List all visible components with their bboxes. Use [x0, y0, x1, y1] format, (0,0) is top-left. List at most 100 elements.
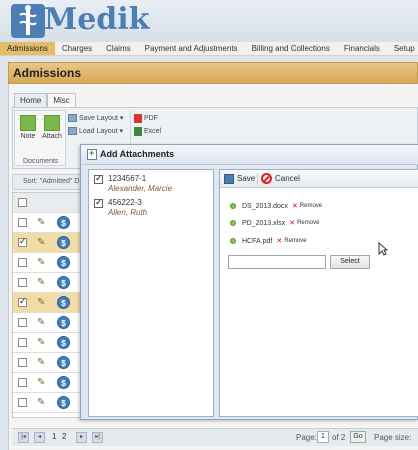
file-name: HCFA.pdf — [242, 237, 273, 245]
grid-header-row — [13, 193, 83, 213]
save-layout-button[interactable]: Save Layout ▾ — [68, 114, 123, 122]
remove-icon[interactable]: ✕ — [276, 237, 282, 245]
mouse-pointer-icon — [378, 242, 388, 256]
edit-pencil-icon[interactable]: ✎ — [37, 357, 45, 368]
documents-group: Note Attach Documents — [14, 110, 66, 166]
billing-dollar-icon[interactable]: $ — [57, 256, 70, 269]
pdf-button[interactable]: PDF — [134, 114, 158, 123]
table-row[interactable]: ✎$ — [13, 293, 83, 313]
table-row[interactable]: ✎$ — [13, 333, 83, 353]
billing-dollar-icon[interactable]: $ — [57, 336, 70, 349]
attach-label: Attach — [42, 133, 62, 140]
excel-label: Excel — [144, 128, 162, 135]
load-layout-label: Load Layout — [79, 127, 118, 135]
page-link-1[interactable]: 1 — [52, 432, 56, 441]
documents-group-label: Documents — [23, 158, 59, 165]
row-checkbox[interactable] — [18, 358, 27, 367]
row-checkbox[interactable] — [18, 338, 27, 347]
note-button[interactable]: Note — [17, 115, 39, 140]
cancel-icon[interactable] — [261, 173, 272, 184]
load-layout-icon — [68, 127, 77, 135]
table-row[interactable]: ✎$ — [13, 273, 83, 293]
excel-button[interactable]: Excel — [134, 127, 161, 136]
billing-dollar-icon[interactable]: $ — [57, 236, 70, 249]
nav-setup[interactable]: Setup — [387, 42, 418, 55]
prev-page-icon[interactable]: ◂ — [34, 432, 45, 443]
edit-pencil-icon[interactable]: ✎ — [37, 297, 45, 308]
nav-billing-and-collections[interactable]: Billing and Collections — [245, 42, 337, 55]
row-checkbox[interactable] — [18, 398, 27, 407]
row-checkbox[interactable] — [18, 378, 27, 387]
remove-link[interactable]: Remove — [300, 203, 322, 209]
billing-dollar-icon[interactable]: $ — [57, 356, 70, 369]
pager: |◂ ◂ 1 2 ▸ ▸| Page: 1 of 2 Go Page size: — [12, 428, 418, 446]
table-row[interactable]: ✎$ — [13, 233, 83, 253]
row-checkbox[interactable] — [18, 218, 27, 227]
billing-dollar-icon[interactable]: $ — [57, 376, 70, 389]
select-file-button[interactable]: Select — [330, 255, 370, 269]
remove-icon[interactable]: ✕ — [292, 202, 298, 210]
main-nav: Admissions Charges Claims Payment and Ad… — [0, 42, 418, 56]
table-row[interactable]: ✎$ — [13, 353, 83, 373]
page-link-2[interactable]: 2 — [62, 432, 66, 441]
nav-claims[interactable]: Claims — [99, 42, 137, 55]
edit-pencil-icon[interactable]: ✎ — [37, 317, 45, 328]
edit-pencil-icon[interactable]: ✎ — [37, 337, 45, 348]
toolbar-divider — [257, 173, 258, 185]
tab-misc[interactable]: Misc — [47, 93, 76, 107]
patient-checkbox[interactable] — [94, 197, 103, 208]
row-checkbox[interactable] — [18, 318, 27, 327]
patient-id: 1234567-1 — [108, 174, 147, 183]
last-page-icon[interactable]: ▸| — [92, 432, 103, 443]
row-checkbox[interactable] — [18, 236, 27, 247]
billing-dollar-icon[interactable]: $ — [57, 216, 70, 229]
go-button[interactable]: Go — [350, 431, 366, 443]
remove-link[interactable]: Remove — [284, 238, 306, 244]
save-button[interactable]: Save — [237, 174, 255, 183]
admissions-grid: ✎$✎$✎$✎$✎$✎$✎$✎$✎$✎$ — [12, 192, 83, 418]
billing-dollar-icon[interactable]: $ — [57, 396, 70, 409]
nav-payment-and-adjustments[interactable]: Payment and Adjustments — [138, 42, 245, 55]
load-layout-button[interactable]: Load Layout ▾ — [68, 127, 123, 135]
nav-charges[interactable]: Charges — [55, 42, 99, 55]
table-row[interactable]: ✎$ — [13, 393, 83, 413]
remove-link[interactable]: Remove — [297, 220, 319, 226]
patient-checkbox[interactable] — [94, 173, 103, 184]
row-checkbox[interactable] — [18, 278, 27, 287]
page-number-input[interactable]: 1 — [317, 431, 329, 443]
table-row[interactable]: ✎$ — [13, 253, 83, 273]
page-title-bar: Admissions — [8, 62, 418, 84]
app-logo-text: Medik — [44, 2, 150, 37]
attach-button[interactable]: Attach — [41, 115, 63, 140]
patient-name: Alexander, Marcie — [108, 184, 173, 193]
edit-pencil-icon[interactable]: ✎ — [37, 377, 45, 388]
table-row[interactable]: ✎$ — [13, 313, 83, 333]
table-row[interactable]: ✎$ — [13, 373, 83, 393]
patient-name: Allen, Ruth — [108, 208, 148, 217]
billing-dollar-icon[interactable]: $ — [57, 276, 70, 289]
edit-pencil-icon[interactable]: ✎ — [37, 277, 45, 288]
edit-pencil-icon[interactable]: ✎ — [37, 397, 45, 408]
table-row[interactable]: ✎$ — [13, 213, 83, 233]
row-checkbox[interactable] — [18, 258, 27, 267]
chevron-down-icon: ▾ — [119, 115, 124, 122]
row-checkbox[interactable] — [18, 296, 27, 307]
cancel-button[interactable]: Cancel — [275, 174, 300, 183]
app-header: Medik — [0, 0, 418, 42]
billing-dollar-icon[interactable]: $ — [57, 296, 70, 309]
select-all-checkbox[interactable] — [18, 198, 27, 207]
save-icon[interactable] — [224, 174, 234, 184]
first-page-icon[interactable]: |◂ — [18, 432, 29, 443]
nav-financials[interactable]: Financials — [337, 42, 387, 55]
remove-icon[interactable]: ✕ — [289, 219, 295, 227]
edit-pencil-icon[interactable]: ✎ — [37, 217, 45, 228]
excel-icon — [134, 127, 142, 136]
edit-pencil-icon[interactable]: ✎ — [37, 257, 45, 268]
nav-admissions[interactable]: Admissions — [0, 42, 55, 55]
next-page-icon[interactable]: ▸ — [76, 432, 87, 443]
caduceus-logo-icon — [11, 4, 45, 38]
tab-home[interactable]: Home — [14, 93, 48, 107]
file-path-input[interactable] — [228, 255, 326, 269]
edit-pencil-icon[interactable]: ✎ — [37, 237, 45, 248]
billing-dollar-icon[interactable]: $ — [57, 316, 70, 329]
